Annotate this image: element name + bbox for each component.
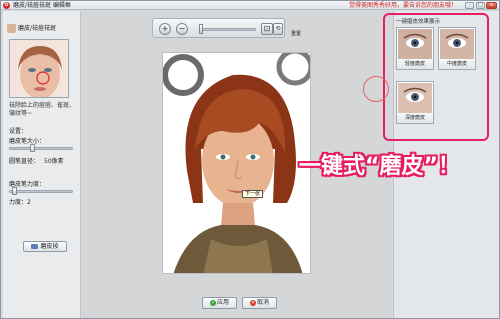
- brush-strength-slider[interactable]: [9, 190, 73, 193]
- promo-callout: 一键式“磨皮”！: [299, 154, 460, 179]
- left-tool-panel: 磨皮/祛痘祛斑 祛除脸上的痘痘、雀斑、皱纹等~ 设置： 磨皮笔大小： 圆笔直径：…: [3, 11, 81, 318]
- editor-window: ✿ 磨皮/祛痘祛斑 编辑框 觉得美图秀秀好用，要告诉您的朋友哦！ - □ x 磨…: [0, 0, 500, 319]
- face-brush-button[interactable]: 磨皮按: [23, 241, 67, 252]
- strength-label-text: 力度：: [9, 199, 28, 206]
- cancel-button-label: 取消: [256, 299, 269, 306]
- maximize-button[interactable]: □: [476, 2, 485, 9]
- settings-label: 设置：: [9, 128, 28, 135]
- cursor-ring: [363, 76, 389, 102]
- app-logo-icon: ✿: [3, 2, 10, 9]
- zoom-slider-thumb[interactable]: [199, 24, 203, 34]
- window-title: 磨皮/祛痘祛斑 编辑框: [13, 2, 71, 9]
- close-button[interactable]: x: [486, 2, 497, 9]
- promo-link[interactable]: 觉得美图秀秀好用，要告诉您的朋友哦！: [349, 1, 457, 10]
- brush-size-label: 磨皮笔大小：: [9, 138, 46, 145]
- zoom-out-icon[interactable]: −: [176, 23, 188, 35]
- circle-diameter-value: 50像素: [44, 158, 64, 165]
- tool-description: 祛除脸上的痘痘、雀斑、皱纹等~: [9, 102, 76, 117]
- title-bar[interactable]: ✿ 磨皮/祛痘祛斑 编辑框 觉得美图秀秀好用，要告诉您的朋友哦！ - □ x: [1, 1, 499, 10]
- brush-icon: [31, 244, 39, 249]
- tool-preview-image: [9, 39, 69, 98]
- zoom-slider[interactable]: [200, 28, 256, 31]
- reset-icon[interactable]: ⟲: [273, 23, 283, 35]
- apply-button-label: 应用: [216, 299, 229, 306]
- face-preview-illustration: [10, 40, 68, 97]
- panel-heading: 磨皮/祛痘祛斑: [7, 23, 56, 33]
- portrait-photo: [163, 53, 310, 273]
- face-tool-icon: [7, 24, 16, 33]
- cancel-button[interactable]: ✕ 取消: [242, 297, 277, 309]
- effects-highlight-box: [383, 13, 489, 141]
- minimize-button[interactable]: -: [465, 2, 474, 9]
- strength-label: 力度：2: [9, 197, 31, 206]
- apply-button[interactable]: ✓ 应用: [202, 297, 237, 309]
- face-brush-button-label: 磨皮按: [40, 243, 59, 250]
- next-image-tooltip: 下一张: [242, 190, 264, 198]
- brush-strength-slider-thumb[interactable]: [11, 187, 17, 195]
- reset-label[interactable]: 重置: [291, 30, 301, 37]
- zoom-in-icon[interactable]: +: [159, 23, 171, 35]
- brush-size-slider[interactable]: [9, 147, 73, 150]
- fit-screen-icon[interactable]: ⊡: [261, 23, 273, 35]
- circle-diameter-label: 圆笔直径：: [9, 158, 40, 165]
- check-icon: ✓: [209, 299, 216, 306]
- brush-size-slider-thumb[interactable]: [29, 144, 35, 152]
- photo-canvas[interactable]: [162, 52, 311, 274]
- strength-value: 2: [27, 199, 31, 206]
- panel-heading-text: 磨皮/祛痘祛斑: [18, 25, 57, 32]
- zoom-toolbar: + − ⊡ ⟲: [152, 18, 285, 38]
- cancel-icon: ✕: [249, 299, 256, 306]
